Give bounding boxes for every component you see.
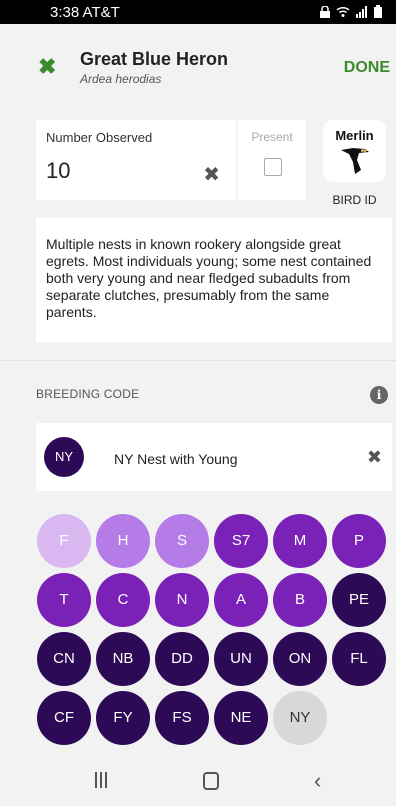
- clear-selected-code-icon[interactable]: ✖: [367, 447, 382, 468]
- species-scientific-name: Ardea herodias: [80, 72, 162, 86]
- breeding-code-cn[interactable]: CN: [37, 632, 91, 686]
- selected-code-description: NY Nest with Young: [114, 451, 238, 467]
- home-icon[interactable]: [203, 772, 219, 790]
- breeding-code-h[interactable]: H: [96, 514, 150, 568]
- breeding-code-s7[interactable]: S7: [214, 514, 268, 568]
- breeding-code-c[interactable]: C: [96, 573, 150, 627]
- bird-id-caption: BIRD ID: [332, 193, 377, 207]
- comments-field[interactable]: Multiple nests in known rookery alongsid…: [36, 218, 392, 342]
- present-checkbox[interactable]: [264, 158, 282, 176]
- breeding-code-p[interactable]: P: [332, 514, 386, 568]
- status-icons: [320, 5, 382, 23]
- selected-code-badge: NY: [44, 437, 84, 477]
- breeding-code-s[interactable]: S: [155, 514, 209, 568]
- breeding-code-un[interactable]: UN: [214, 632, 268, 686]
- status-bar: 3:38 AT&T: [0, 0, 396, 24]
- system-nav-bar: ‹: [0, 758, 396, 806]
- info-icon[interactable]: i: [370, 386, 388, 404]
- merlin-bird-id-button[interactable]: Merlin: [323, 120, 386, 182]
- done-button[interactable]: DONE: [344, 59, 390, 77]
- breeding-code-on[interactable]: ON: [273, 632, 327, 686]
- signal-icon: [356, 5, 368, 23]
- merlin-bird-icon: [339, 146, 371, 181]
- breeding-code-f[interactable]: F: [37, 514, 91, 568]
- present-field: Present: [238, 120, 306, 200]
- breeding-code-fs[interactable]: FS: [155, 691, 209, 745]
- lock-icon: [320, 5, 330, 23]
- back-icon[interactable]: ‹: [314, 768, 321, 794]
- breeding-code-fy[interactable]: FY: [96, 691, 150, 745]
- clear-icon[interactable]: ✖: [203, 162, 220, 187]
- breeding-code-pe[interactable]: PE: [332, 573, 386, 627]
- recent-apps-icon[interactable]: [94, 772, 108, 793]
- present-label: Present: [251, 130, 293, 144]
- section-divider: [0, 360, 396, 361]
- close-icon[interactable]: ✖: [38, 56, 56, 78]
- breeding-code-nb[interactable]: NB: [96, 632, 150, 686]
- breeding-code-label: BREEDING CODE: [36, 387, 140, 401]
- count-input[interactable]: 10: [46, 158, 70, 184]
- battery-icon: [374, 5, 382, 23]
- breeding-code-dd[interactable]: DD: [155, 632, 209, 686]
- breeding-code-b[interactable]: B: [273, 573, 327, 627]
- wifi-icon: [336, 5, 350, 23]
- status-time: 3:38 AT&T: [50, 4, 120, 21]
- merlin-wordmark: Merlin: [335, 128, 374, 143]
- count-label: Number Observed: [46, 130, 153, 145]
- species-common-name: Great Blue Heron: [80, 49, 229, 69]
- selected-breeding-code: NY NY Nest with Young ✖: [36, 423, 392, 491]
- breeding-code-m[interactable]: M: [273, 514, 327, 568]
- breeding-code-t[interactable]: T: [37, 573, 91, 627]
- breeding-code-a[interactable]: A: [214, 573, 268, 627]
- breeding-code-ne[interactable]: NE: [214, 691, 268, 745]
- breeding-code-n[interactable]: N: [155, 573, 209, 627]
- breeding-code-cf[interactable]: CF: [37, 691, 91, 745]
- count-field[interactable]: Number Observed 10 ✖: [36, 120, 236, 200]
- breeding-code-ny[interactable]: NY: [273, 691, 327, 745]
- breeding-code-fl[interactable]: FL: [332, 632, 386, 686]
